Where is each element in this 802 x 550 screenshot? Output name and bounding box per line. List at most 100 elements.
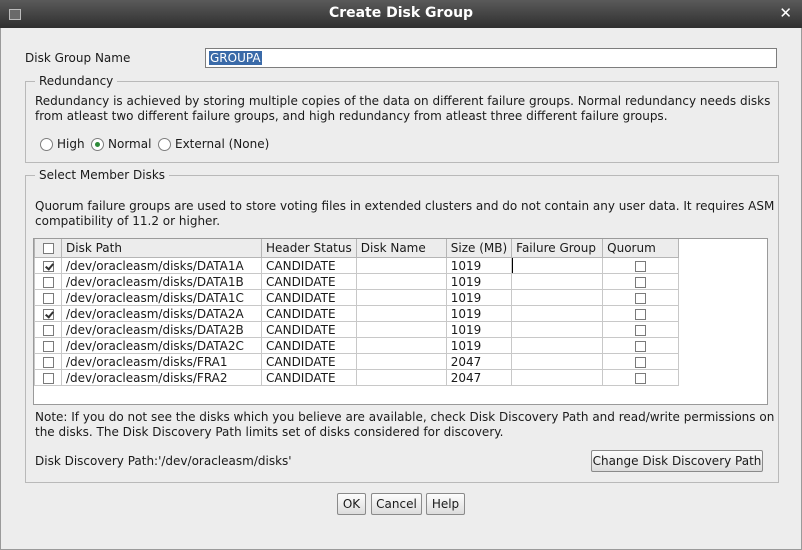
radio-external[interactable]: External (None) [158, 136, 269, 152]
disk-name-cell[interactable] [355, 321, 447, 338]
disk-name-cell[interactable] [355, 353, 447, 370]
quorum-cell[interactable] [602, 337, 680, 354]
row-select-cell[interactable] [34, 321, 62, 338]
size-cell: 1019 [445, 321, 513, 338]
disk-path-cell: /dev/oracleasm/disks/DATA1A [61, 257, 262, 274]
row-select-checkbox[interactable] [42, 372, 54, 384]
failure-group-cell[interactable] [511, 305, 604, 322]
column-header-size[interactable]: Size (MB) [445, 239, 513, 258]
failure-group-cell[interactable] [511, 257, 604, 274]
quorum-checkbox[interactable] [635, 276, 647, 288]
row-select-checkbox[interactable] [42, 356, 54, 368]
window-title: Create Disk Group [328, 5, 474, 21]
table-row[interactable]: /dev/oracleasm/disks/DATA2A CANDIDATE 1019 [34, 305, 680, 322]
table-header-row: Disk Path Header Status Disk Name Size (… [34, 239, 680, 258]
row-select-cell[interactable] [34, 305, 62, 322]
disk-group-name-value: GROUPA [209, 51, 262, 65]
failure-group-cell[interactable] [511, 353, 604, 370]
failure-group-cell[interactable] [511, 369, 604, 386]
column-header-disk-path[interactable]: Disk Path [61, 239, 262, 258]
size-cell: 1019 [445, 305, 513, 322]
table-row[interactable]: /dev/oracleasm/disks/DATA1B CANDIDATE 1019 [34, 273, 680, 290]
quorum-checkbox[interactable] [635, 324, 647, 336]
table-row[interactable]: /dev/oracleasm/disks/FRA1 CANDIDATE 2047 [34, 353, 680, 370]
select-all-checkbox[interactable] [42, 243, 54, 254]
failure-group-cell[interactable] [511, 337, 604, 354]
header-status-cell: CANDIDATE [261, 289, 357, 306]
quorum-cell[interactable] [602, 305, 680, 322]
column-header-failure-group[interactable]: Failure Group [511, 239, 604, 258]
disk-path-cell: /dev/oracleasm/disks/FRA2 [61, 369, 262, 386]
close-icon[interactable]: ✕ [779, 4, 792, 22]
disk-path-cell: /dev/oracleasm/disks/DATA2B [61, 321, 262, 338]
help-button[interactable]: Help [426, 493, 465, 515]
disk-path-cell: /dev/oracleasm/disks/DATA2A [61, 305, 262, 322]
quorum-cell[interactable] [602, 257, 680, 274]
quorum-cell[interactable] [602, 321, 680, 338]
disk-name-cell[interactable] [355, 337, 447, 354]
disk-name-cell[interactable] [355, 305, 447, 322]
quorum-cell[interactable] [602, 353, 680, 370]
disk-group-name-label: Disk Group Name [25, 51, 131, 65]
radio-external-circle[interactable] [158, 137, 171, 151]
disk-group-name-field[interactable]: GROUPA [205, 48, 777, 68]
quorum-checkbox[interactable] [635, 356, 647, 368]
table-row[interactable]: /dev/oracleasm/disks/DATA1A CANDIDATE 1019 [34, 257, 680, 274]
column-header-header-status[interactable]: Header Status [261, 239, 357, 258]
radio-normal[interactable]: Normal [91, 136, 151, 152]
select-all-header[interactable] [34, 239, 62, 258]
quorum-cell[interactable] [602, 369, 680, 386]
disk-name-cell[interactable] [355, 257, 447, 274]
quorum-checkbox[interactable] [635, 308, 647, 320]
table-row[interactable]: /dev/oracleasm/disks/DATA2B CANDIDATE 1019 [34, 321, 680, 338]
disk-name-cell[interactable] [355, 369, 447, 386]
row-select-cell[interactable] [34, 257, 62, 274]
header-status-cell: CANDIDATE [261, 321, 357, 338]
disk-path-cell: /dev/oracleasm/disks/DATA1C [61, 289, 262, 306]
column-header-quorum[interactable]: Quorum [602, 239, 680, 258]
quorum-checkbox[interactable] [635, 292, 647, 304]
redundancy-legend: Redundancy [35, 74, 118, 88]
radio-high-circle[interactable] [40, 137, 53, 151]
disk-table-body: /dev/oracleasm/disks/DATA1A CANDIDATE 1019… [34, 257, 680, 386]
header-status-cell: CANDIDATE [261, 369, 357, 386]
ok-button[interactable]: OK [337, 493, 366, 515]
size-cell: 1019 [445, 289, 513, 306]
radio-selected-dot [95, 141, 100, 147]
discovery-note-2: the disks. The Disk Discovery Path limit… [35, 425, 504, 439]
quorum-checkbox[interactable] [635, 372, 647, 384]
change-discovery-path-button[interactable]: Change Disk Discovery Path [591, 450, 763, 472]
failure-group-cell[interactable] [511, 273, 604, 290]
member-disks-legend: Select Member Disks [35, 168, 170, 182]
quorum-checkbox[interactable] [635, 260, 647, 272]
row-select-checkbox[interactable] [42, 308, 54, 320]
radio-external-label: External (None) [175, 137, 270, 151]
table-row[interactable]: /dev/oracleasm/disks/FRA2 CANDIDATE 2047 [34, 369, 680, 386]
row-select-checkbox[interactable] [42, 276, 54, 288]
row-select-cell[interactable] [34, 273, 62, 290]
row-select-checkbox[interactable] [42, 324, 54, 336]
quorum-cell[interactable] [602, 273, 680, 290]
row-select-cell[interactable] [34, 369, 62, 386]
row-select-cell[interactable] [34, 337, 62, 354]
column-header-disk-name[interactable]: Disk Name [355, 239, 447, 258]
row-select-checkbox[interactable] [42, 292, 54, 304]
radio-high[interactable]: High [40, 136, 85, 152]
failure-group-cell[interactable] [511, 289, 604, 306]
quorum-checkbox[interactable] [635, 340, 647, 352]
row-select-cell[interactable] [34, 289, 62, 306]
redundancy-description-2: from atleast two different failure group… [35, 109, 668, 123]
quorum-cell[interactable] [602, 289, 680, 306]
radio-normal-circle[interactable] [91, 137, 104, 151]
header-status-cell: CANDIDATE [261, 273, 357, 290]
failure-group-cell[interactable] [511, 321, 604, 338]
discovery-note-1: Note: If you do not see the disks which … [35, 410, 775, 424]
row-select-cell[interactable] [34, 353, 62, 370]
table-row[interactable]: /dev/oracleasm/disks/DATA1C CANDIDATE 1019 [34, 289, 680, 306]
row-select-checkbox[interactable] [42, 340, 54, 352]
disk-name-cell[interactable] [355, 273, 447, 290]
disk-name-cell[interactable] [355, 289, 447, 306]
cancel-button[interactable]: Cancel [371, 493, 422, 515]
row-select-checkbox[interactable] [42, 260, 54, 272]
table-row[interactable]: /dev/oracleasm/disks/DATA2C CANDIDATE 1019 [34, 337, 680, 354]
